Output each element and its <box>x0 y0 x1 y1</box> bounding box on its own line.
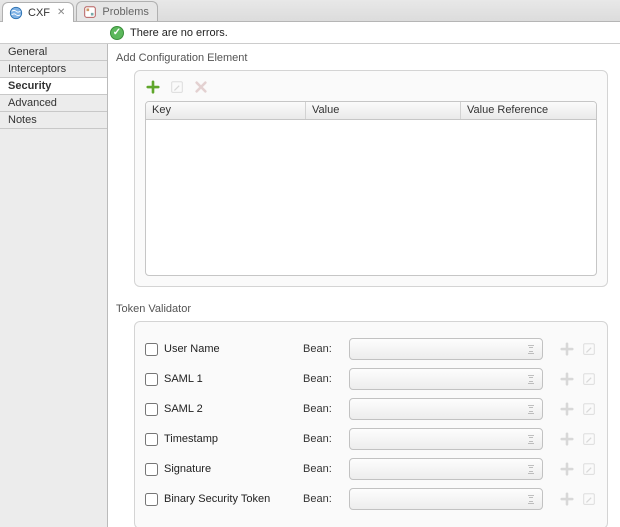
token-validator-panel: User NameBean:SAML 1Bean:SAML 2Bean:Time… <box>134 321 608 527</box>
bean-label: Bean: <box>303 463 339 475</box>
col-value-reference[interactable]: Value Reference <box>461 102 596 119</box>
pencil-icon <box>582 342 596 356</box>
validator-checkbox[interactable] <box>145 463 158 476</box>
plus-icon <box>560 492 574 506</box>
pencil-icon <box>582 492 596 506</box>
plus-icon <box>560 432 574 446</box>
x-icon <box>194 80 208 94</box>
edit-button <box>169 79 185 95</box>
bean-combo[interactable] <box>349 428 543 450</box>
table-header: Key Value Value Reference <box>146 102 596 120</box>
pencil-icon <box>582 462 596 476</box>
validator-row: Binary Security Token Bean: <box>145 488 597 510</box>
validator-row: Signature Bean: <box>145 458 597 480</box>
bean-label: Bean: <box>303 373 339 385</box>
bean-edit-button <box>581 491 597 507</box>
sidebar-item-interceptors[interactable]: Interceptors <box>0 61 107 78</box>
bean-label: Bean: <box>303 433 339 445</box>
validator-checkbox-label[interactable]: Timestamp <box>145 433 293 446</box>
sidebar-item-notes[interactable]: Notes <box>0 112 107 129</box>
validator-checkbox[interactable] <box>145 403 158 416</box>
editor-tabstrip: CXF ✕ Problems <box>0 0 620 22</box>
plus-icon <box>560 462 574 476</box>
validator-name: User Name <box>164 343 220 355</box>
problems-icon <box>83 5 97 19</box>
validator-row: Timestamp Bean: <box>145 428 597 450</box>
pencil-icon <box>582 432 596 446</box>
pencil-icon <box>582 372 596 386</box>
plus-icon <box>560 402 574 416</box>
validator-checkbox-label[interactable]: SAML 2 <box>145 403 293 416</box>
close-icon[interactable]: ✕ <box>57 7 65 18</box>
sidebar-item-general[interactable]: General <box>0 44 107 61</box>
validator-name: Binary Security Token <box>164 493 270 505</box>
validator-row: SAML 2 Bean: <box>145 398 597 420</box>
status-bar: ✓ There are no errors. <box>0 22 620 44</box>
bean-label: Bean: <box>303 493 339 505</box>
validator-checkbox[interactable] <box>145 433 158 446</box>
bean-add-button <box>559 401 575 417</box>
tab-problems[interactable]: Problems <box>76 1 157 21</box>
bean-add-button <box>559 461 575 477</box>
validator-row: User Name Bean: <box>145 338 597 360</box>
pencil-icon <box>582 402 596 416</box>
config-table[interactable]: Key Value Value Reference <box>145 101 597 276</box>
plus-icon <box>560 372 574 386</box>
bean-label: Bean: <box>303 403 339 415</box>
bean-combo[interactable] <box>349 338 543 360</box>
sidebar-label: Notes <box>8 114 37 126</box>
pencil-icon <box>170 80 184 94</box>
config-toolbar <box>145 79 597 95</box>
bean-add-button <box>559 371 575 387</box>
status-message: There are no errors. <box>130 27 228 39</box>
delete-button <box>193 79 209 95</box>
tab-label: CXF <box>28 7 50 19</box>
sidebar-label: Advanced <box>8 97 57 109</box>
config-panel: Key Value Value Reference <box>134 70 608 287</box>
bean-edit-button <box>581 371 597 387</box>
bean-edit-button <box>581 461 597 477</box>
main-panel: Add Configuration Element <box>108 44 620 527</box>
sidebar: General Interceptors Security Advanced N… <box>0 44 108 527</box>
globe-icon <box>9 6 23 20</box>
plus-icon <box>146 80 160 94</box>
validator-name: SAML 2 <box>164 403 203 415</box>
bean-label: Bean: <box>303 343 339 355</box>
bean-combo[interactable] <box>349 368 543 390</box>
plus-icon <box>560 342 574 356</box>
bean-edit-button <box>581 341 597 357</box>
section-title-token: Token Validator <box>116 303 608 315</box>
sidebar-item-security[interactable]: Security <box>0 78 107 95</box>
add-button[interactable] <box>145 79 161 95</box>
section-title-config: Add Configuration Element <box>116 52 608 64</box>
col-key[interactable]: Key <box>146 102 306 119</box>
ok-icon: ✓ <box>110 26 124 40</box>
tab-label: Problems <box>102 6 148 18</box>
bean-add-button <box>559 341 575 357</box>
validator-name: Signature <box>164 463 211 475</box>
bean-add-button <box>559 491 575 507</box>
sidebar-item-advanced[interactable]: Advanced <box>0 95 107 112</box>
tab-cxf[interactable]: CXF ✕ <box>2 2 74 22</box>
validator-checkbox[interactable] <box>145 493 158 506</box>
sidebar-label: General <box>8 46 47 58</box>
bean-edit-button <box>581 431 597 447</box>
bean-combo[interactable] <box>349 398 543 420</box>
validator-name: Timestamp <box>164 433 218 445</box>
sidebar-label: Interceptors <box>8 63 66 75</box>
validator-checkbox[interactable] <box>145 373 158 386</box>
validator-checkbox[interactable] <box>145 343 158 356</box>
bean-combo[interactable] <box>349 488 543 510</box>
bean-add-button <box>559 431 575 447</box>
sidebar-label: Security <box>8 80 51 92</box>
validator-checkbox-label[interactable]: SAML 1 <box>145 373 293 386</box>
validator-row: SAML 1 Bean: <box>145 368 597 390</box>
col-value[interactable]: Value <box>306 102 461 119</box>
validator-checkbox-label[interactable]: Binary Security Token <box>145 493 293 506</box>
bean-combo[interactable] <box>349 458 543 480</box>
validator-name: SAML 1 <box>164 373 203 385</box>
validator-checkbox-label[interactable]: Signature <box>145 463 293 476</box>
bean-edit-button <box>581 401 597 417</box>
validator-checkbox-label[interactable]: User Name <box>145 343 293 356</box>
